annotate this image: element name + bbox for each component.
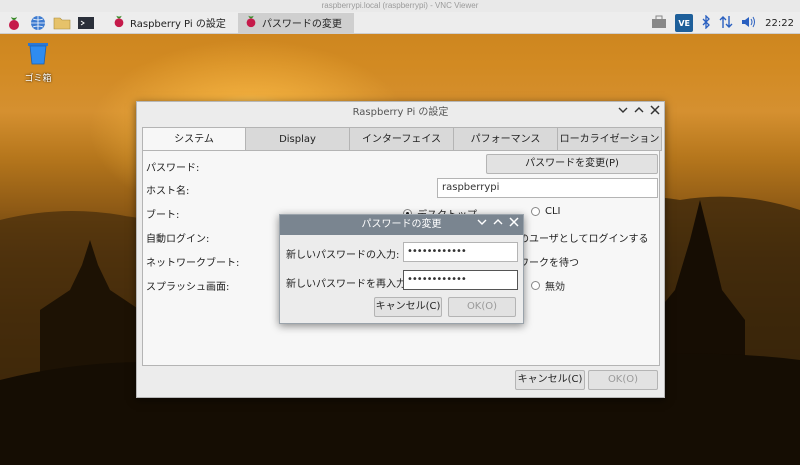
tab-display[interactable]: Display — [246, 127, 350, 151]
confirm-password-field[interactable]: •••••••••••• — [403, 270, 518, 290]
boot-label: ブート: — [146, 210, 180, 221]
password-label: パスワード: — [146, 163, 200, 174]
network-boot-text: ワークを待つ — [519, 258, 579, 269]
minimize-icon[interactable] — [477, 215, 487, 235]
boot-cli-radio[interactable]: CLI — [531, 206, 561, 217]
network-icon[interactable] — [719, 15, 733, 32]
confirm-password-label: 新しいパスワードを再入力: — [286, 279, 410, 290]
task-label: Raspberry Pi の設定 — [130, 19, 226, 30]
task-label: パスワードの変更 — [261, 19, 342, 30]
volume-icon[interactable] — [741, 15, 757, 32]
network-boot-label: ネットワークブート: — [146, 258, 240, 269]
autologin-text: のユーザとしてログインする — [519, 234, 649, 245]
terminal-icon[interactable] — [76, 13, 96, 33]
change-password-dialog: パスワードの変更 新しいパスワードの入力: •••••••••••• 新しいパス… — [279, 214, 524, 324]
trash-desktop-icon[interactable]: ゴミ箱 — [20, 40, 56, 84]
cancel-button[interactable]: キャンセル(C) — [515, 370, 585, 390]
tab-performance[interactable]: パフォーマンス — [454, 127, 558, 151]
file-manager-icon[interactable] — [52, 13, 72, 33]
splash-label: スプラッシュ画面: — [146, 282, 230, 293]
boot-cli-label: CLI — [545, 206, 561, 217]
vnc-window-title: raspberrypi.local (raspberrypi) - VNC Vi… — [0, 0, 800, 12]
minimize-icon[interactable] — [618, 102, 628, 124]
radio-unselected-icon — [531, 207, 540, 216]
maximize-icon[interactable] — [634, 102, 644, 124]
task-change-password[interactable]: パスワードの変更 — [237, 12, 354, 33]
radio-unselected-icon — [531, 281, 540, 290]
trash-icon — [28, 43, 48, 65]
keyboard-icon[interactable] — [651, 15, 667, 32]
maximize-icon[interactable] — [493, 215, 503, 235]
raspberry-menu-icon[interactable] — [4, 13, 24, 33]
password-cancel-button[interactable]: キャンセル(C) — [374, 297, 442, 317]
clock: 22:22 — [765, 17, 794, 29]
ok-button[interactable]: OK(O) — [588, 370, 658, 390]
change-password-title: パスワードの変更 — [361, 219, 442, 230]
vnc-server-icon[interactable]: VE — [675, 14, 694, 32]
bluetooth-icon[interactable] — [701, 13, 711, 32]
hostname-field[interactable]: raspberrypi — [437, 178, 658, 198]
tab-interfaces[interactable]: インターフェイス — [350, 127, 454, 151]
password-ok-button[interactable]: OK(O) — [448, 297, 516, 317]
tab-localisation[interactable]: ローカライゼーション — [558, 127, 662, 151]
new-password-label: 新しいパスワードの入力: — [286, 250, 400, 261]
tab-bar: システム Display インターフェイス パフォーマンス ローカライゼーション — [142, 127, 662, 151]
settings-dialog-titlebar[interactable]: Raspberry Pi の設定 — [137, 102, 664, 124]
autologin-label: 自動ログイン: — [146, 234, 210, 245]
change-password-button[interactable]: パスワードを変更(P) — [486, 154, 658, 174]
trash-label: ゴミ箱 — [24, 74, 52, 84]
raspberry-icon — [112, 14, 126, 31]
close-icon[interactable] — [650, 102, 660, 124]
hostname-label: ホスト名: — [146, 186, 190, 197]
web-browser-icon[interactable] — [28, 13, 48, 33]
change-password-titlebar[interactable]: パスワードの変更 — [280, 215, 523, 235]
raspberry-icon — [244, 14, 258, 31]
task-raspberry-settings[interactable]: Raspberry Pi の設定 — [106, 13, 232, 33]
tab-system[interactable]: システム — [142, 127, 246, 151]
settings-dialog-title: Raspberry Pi の設定 — [352, 107, 449, 118]
taskbar: Raspberry Pi の設定 パスワードの変更 VE 22:22 — [0, 12, 800, 34]
splash-off-radio[interactable]: 無効 — [531, 278, 565, 293]
splash-off-label: 無効 — [545, 282, 565, 293]
close-icon[interactable] — [509, 215, 519, 235]
new-password-field[interactable]: •••••••••••• — [403, 242, 518, 262]
system-tray: VE 22:22 — [651, 12, 800, 34]
